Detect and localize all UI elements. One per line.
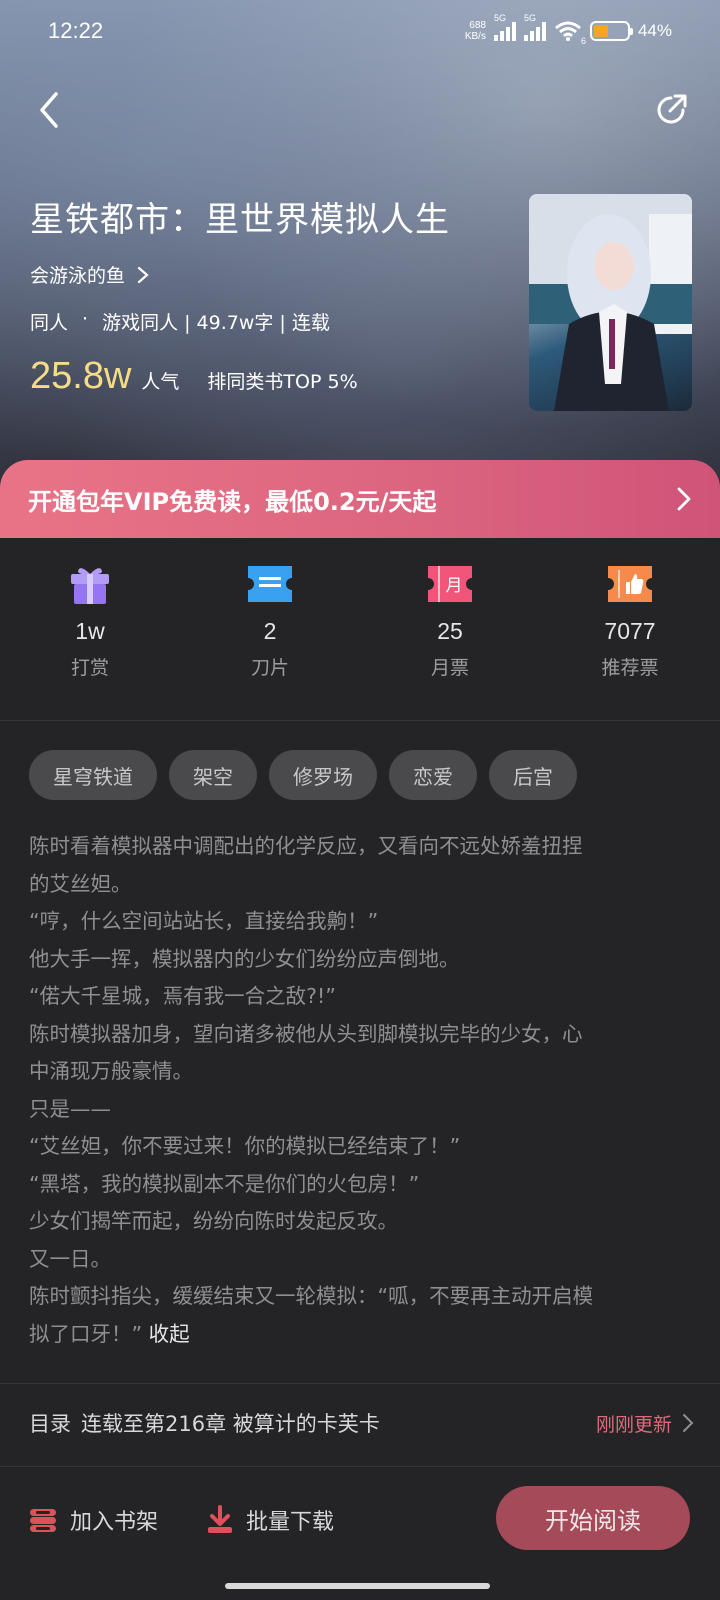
share-icon (657, 94, 687, 124)
author-link[interactable]: 会游泳的鱼 (30, 261, 500, 288)
rank-text: 排同类书TOP 5% (207, 371, 358, 393)
chevron-right-icon (683, 1414, 694, 1432)
vip-banner[interactable]: 开通包年VIP免费读，最低0.2元/天起 (0, 460, 720, 538)
book-cover[interactable] (529, 194, 692, 411)
tag-chip[interactable]: 恋爱 (389, 750, 477, 800)
update-status: 刚刚更新 (595, 1413, 672, 1436)
stats-row: 1w 打赏 2 刀片 月 25 月票 7077 推荐票 (0, 562, 720, 682)
back-button[interactable] (24, 85, 74, 135)
bottom-action-bar: 加入书架 批量下载 开始阅读 (0, 1466, 720, 1574)
popularity-label: 人气 (141, 371, 180, 393)
monthly-ticket-icon: 月 (428, 566, 472, 602)
book-info: 星铁都市：里世界模拟人生 会游泳的鱼 同人 · 游戏同人 | 49.7w字 | … (30, 192, 500, 398)
stat-blade[interactable]: 2 刀片 (180, 562, 360, 682)
popularity: 25.8w 人气 排同类书TOP 5% (30, 355, 500, 398)
download-icon (208, 1505, 233, 1533)
battery-percent: 44% (637, 21, 672, 40)
tag-chip[interactable]: 修罗场 (269, 750, 377, 800)
signal-icon: 5G (523, 13, 546, 41)
collapse-button[interactable]: 收起 (149, 1322, 190, 1346)
add-to-shelf-button[interactable]: 加入书架 (28, 1504, 158, 1536)
share-button[interactable] (646, 85, 696, 135)
detail-panel: 1w 打赏 2 刀片 月 25 月票 7077 推荐票 星穹铁道 架空 修罗场 … (0, 538, 720, 1600)
popularity-value: 25.8w (30, 355, 132, 397)
author-name: 会游泳的鱼 (30, 265, 126, 287)
top-nav (0, 85, 720, 135)
status-indicators: 688 KB/s 5G 5G 6 44% (464, 13, 672, 46)
tag-list: 星穹铁道 架空 修罗场 恋爱 后宫 (29, 750, 577, 800)
signal-icon: 5G (493, 13, 516, 41)
tag-chip[interactable]: 星穹铁道 (29, 750, 157, 800)
stat-reward[interactable]: 1w 打赏 (0, 562, 180, 682)
chevron-right-icon (677, 487, 691, 511)
tag-chip[interactable]: 架空 (169, 750, 257, 800)
synopsis: 陈时看着模拟器中调配出的化学反应，又看向不远处娇羞扭捏 的艾丝妲。 “哼，什么空… (29, 834, 594, 1346)
chevron-right-icon (137, 266, 149, 283)
stat-recommend-ticket[interactable]: 7077 推荐票 (540, 562, 720, 682)
stat-monthly-ticket[interactable]: 月 25 月票 (360, 562, 540, 682)
net-speed: 688 KB/s (464, 20, 486, 42)
book-title: 星铁都市：里世界模拟人生 (30, 200, 450, 240)
divider (0, 720, 720, 721)
ticket-icon (248, 566, 292, 602)
bookshelf-icon (30, 1509, 56, 1532)
thumbs-up-ticket-icon (608, 566, 652, 602)
tag-chip[interactable]: 后宫 (489, 750, 577, 800)
svg-text:月: 月 (446, 576, 463, 596)
battery-icon (589, 21, 633, 41)
status-bar: 12:22 688 KB/s 5G 5G 6 44% (0, 0, 720, 62)
wifi-icon: 6 (554, 20, 586, 46)
divider (0, 1383, 720, 1384)
toc-label: 目录 (29, 1412, 71, 1436)
gift-icon (71, 568, 109, 604)
home-indicator[interactable] (225, 1583, 490, 1589)
chevron-left-icon (40, 92, 58, 128)
vip-banner-text: 开通包年VIP免费读，最低0.2元/天起 (28, 487, 437, 516)
table-of-contents-row[interactable]: 目录 连载至第216章 被算计的卡芙卡 刚刚更新 (29, 1398, 694, 1448)
toc-latest-chapter: 连载至第216章 被算计的卡芙卡 (81, 1412, 380, 1436)
book-meta: 同人 · 游戏同人 | 49.7w字 | 连载 (30, 308, 330, 334)
start-reading-button[interactable]: 开始阅读 (496, 1486, 690, 1550)
batch-download-button[interactable]: 批量下载 (206, 1504, 334, 1536)
status-time: 12:22 (48, 18, 104, 43)
